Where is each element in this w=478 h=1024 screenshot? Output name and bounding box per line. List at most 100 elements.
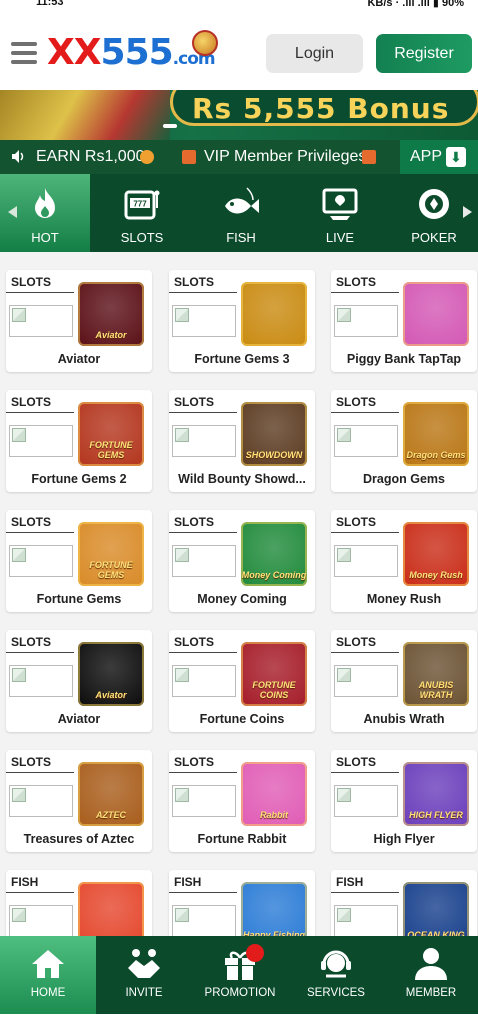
game-category-label: SLOTS xyxy=(11,275,52,289)
flame-icon xyxy=(35,188,55,218)
broken-image-icon xyxy=(9,785,73,817)
game-thumbnail[interactable]: SHOWDOWN xyxy=(241,402,307,466)
scroll-right-icon[interactable] xyxy=(463,206,472,218)
game-name: Fortune Gems 3 xyxy=(194,352,290,366)
game-thumbnail[interactable]: FORTUNE COINS xyxy=(241,642,307,706)
header: XX555.com Login Register xyxy=(0,18,478,90)
nav-member[interactable]: MEMBER xyxy=(384,936,478,1014)
game-card[interactable]: FISH Happy Fishing xyxy=(169,870,315,936)
game-thumbnail[interactable]: Aviator xyxy=(78,282,144,346)
thumbnail-title: Dragon Gems xyxy=(406,450,466,460)
game-card[interactable]: SLOTS Aviator Aviator xyxy=(6,630,152,732)
nav-home[interactable]: HOME xyxy=(0,936,96,1014)
game-thumbnail[interactable]: Money Coming xyxy=(241,522,307,586)
game-category-label: SLOTS xyxy=(336,515,377,529)
category-underline xyxy=(169,772,237,773)
game-thumbnail[interactable] xyxy=(78,882,144,936)
game-card[interactable]: SLOTS Rabbit Fortune Rabbit xyxy=(169,750,315,852)
login-button[interactable]: Login xyxy=(266,34,363,73)
game-thumbnail[interactable] xyxy=(241,282,307,346)
broken-image-icon xyxy=(334,905,398,936)
game-category-label: FISH xyxy=(11,875,39,889)
nav-promotion[interactable]: PROMOTION xyxy=(192,936,288,1014)
nav-invite[interactable]: INVITE xyxy=(96,936,192,1014)
nav-services[interactable]: SERVICES xyxy=(288,936,384,1014)
category-label: SLOTS xyxy=(120,230,164,245)
broken-image-icon xyxy=(9,305,73,337)
game-card[interactable]: FISH OCEAN KING xyxy=(331,870,477,936)
category-underline xyxy=(331,292,399,293)
app-download-button[interactable]: APP ⬇ xyxy=(400,140,478,174)
game-thumbnail[interactable]: Happy Fishing xyxy=(241,882,307,936)
logo-number: 555 xyxy=(100,32,174,73)
category-tab-slots[interactable]: 777 SLOTS xyxy=(93,174,191,252)
category-underline xyxy=(331,412,399,413)
register-button[interactable]: Register xyxy=(376,34,472,73)
game-card[interactable]: FISH xyxy=(6,870,152,936)
status-indicators: KB/s · .ıll .ıll ▮ 90% xyxy=(367,0,464,9)
game-name: Fortune Gems 2 xyxy=(31,472,127,486)
game-card[interactable]: SLOTS Dragon Gems Dragon Gems xyxy=(331,390,477,492)
game-thumbnail[interactable] xyxy=(403,282,469,346)
game-thumbnail[interactable]: Aviator xyxy=(78,642,144,706)
game-card[interactable]: SLOTS Piggy Bank TapTap xyxy=(331,270,477,372)
game-name: Wild Bounty Showd... xyxy=(178,472,306,486)
game-thumbnail[interactable]: ANUBIS WRATH xyxy=(403,642,469,706)
broken-image-icon xyxy=(172,665,236,697)
game-name: Fortune Gems xyxy=(36,592,122,606)
game-card[interactable]: SLOTS HIGH FLYER High Flyer xyxy=(331,750,477,852)
game-name: Money Coming xyxy=(197,592,287,606)
app-label: APP xyxy=(410,148,443,165)
thumbnail-title: Money Rush xyxy=(409,570,463,580)
category-tab-fish[interactable]: FISH xyxy=(192,174,290,252)
game-card[interactable]: SLOTS ANUBIS WRATH Anubis Wrath xyxy=(331,630,477,732)
thumbnail-title: ANUBIS WRATH xyxy=(418,680,454,700)
game-card[interactable]: SLOTS AZTEC Treasures of Aztec xyxy=(6,750,152,852)
thumbnail-title: FORTUNE GEMS xyxy=(89,440,133,460)
game-card[interactable]: SLOTS SHOWDOWN Wild Bounty Showd... xyxy=(169,390,315,492)
game-thumbnail[interactable]: HIGH FLYER xyxy=(403,762,469,826)
game-thumbnail[interactable]: Rabbit xyxy=(241,762,307,826)
thumbnail-title: SHOWDOWN xyxy=(245,450,303,460)
game-card[interactable]: SLOTS FORTUNE GEMS Fortune Gems xyxy=(6,510,152,612)
gift-emoji-icon xyxy=(362,150,376,164)
handshake-icon xyxy=(128,949,160,978)
game-thumbnail[interactable]: FORTUNE GEMS xyxy=(78,522,144,586)
status-time: 11:53 xyxy=(36,0,64,8)
site-logo[interactable]: XX555.com xyxy=(47,32,216,73)
game-card[interactable]: SLOTS Money Coming Money Coming xyxy=(169,510,315,612)
game-name: High Flyer xyxy=(373,832,435,846)
gift-emoji-icon xyxy=(182,150,196,164)
game-thumbnail[interactable]: Dragon Gems xyxy=(403,402,469,466)
game-category-label: SLOTS xyxy=(11,395,52,409)
game-name: Anubis Wrath xyxy=(363,712,445,726)
menu-icon[interactable] xyxy=(11,42,37,64)
category-tab-live[interactable]: LIVE xyxy=(291,174,389,252)
game-card[interactable]: SLOTS Fortune Gems 3 xyxy=(169,270,315,372)
game-thumbnail[interactable]: Money Rush xyxy=(403,522,469,586)
game-card[interactable]: SLOTS FORTUNE COINS Fortune Coins xyxy=(169,630,315,732)
category-label: HOT xyxy=(31,230,59,245)
category-tab-poker[interactable]: POKER xyxy=(390,174,478,252)
thumbnail-title: FORTUNE GEMS xyxy=(89,560,133,580)
promo-banner[interactable]: Rs 5,555 Bonus xyxy=(0,90,478,140)
game-thumbnail[interactable]: OCEAN KING xyxy=(403,882,469,936)
game-name: Aviator xyxy=(57,352,101,366)
headset-icon xyxy=(321,950,351,978)
bottom-nav: HOME INVITE PROMOTION SERVICES MEMBER xyxy=(0,936,478,1014)
broken-image-icon xyxy=(334,665,398,697)
announcement-bar: EARN Rs1,000 VIP Member Privileges APP ⬇ xyxy=(0,140,478,174)
game-card[interactable]: SLOTS Aviator Aviator xyxy=(6,270,152,372)
game-category-label: SLOTS xyxy=(174,395,215,409)
category-underline xyxy=(6,652,74,653)
game-card[interactable]: SLOTS FORTUNE GEMS Fortune Gems 2 xyxy=(6,390,152,492)
game-card[interactable]: SLOTS Money Rush Money Rush xyxy=(331,510,477,612)
scroll-left-icon[interactable] xyxy=(8,206,17,218)
category-tab-hot[interactable]: HOT xyxy=(0,174,90,252)
game-thumbnail[interactable]: AZTEC xyxy=(78,762,144,826)
game-category-label: FISH xyxy=(336,875,364,889)
game-thumbnail[interactable]: FORTUNE GEMS xyxy=(78,402,144,466)
home-icon xyxy=(32,950,64,978)
carousel-indicator[interactable] xyxy=(163,124,177,128)
game-name: Treasures of Aztec xyxy=(23,832,135,846)
